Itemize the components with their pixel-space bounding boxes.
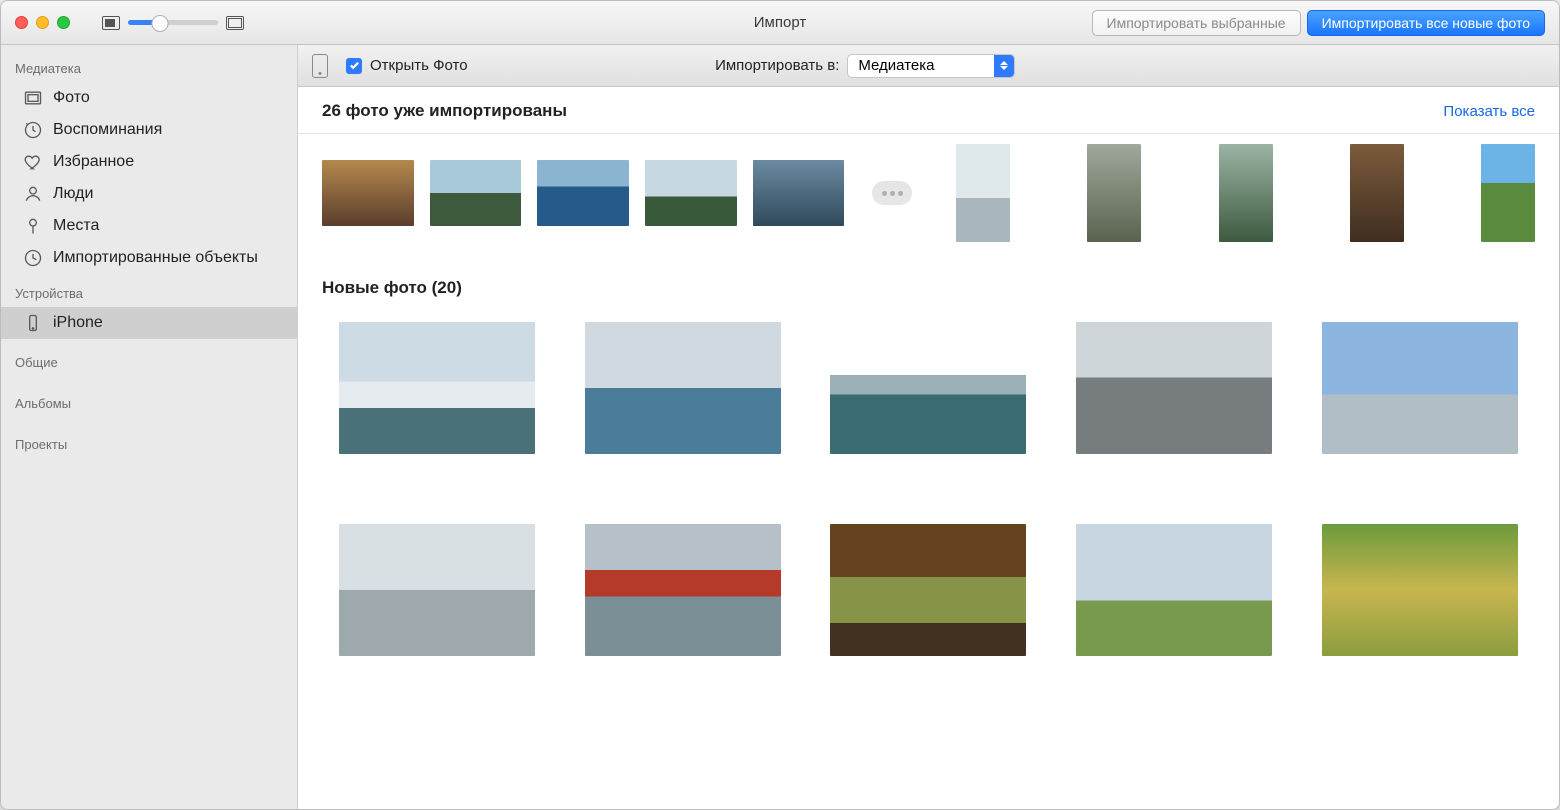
sidebar: Медиатека Фото Воспоминания Избранное Лю… [1,45,298,809]
photos-icon [23,88,43,108]
photo-thumbnail[interactable] [645,160,737,226]
clock-icon [23,248,43,268]
photo-thumbnail[interactable] [1322,322,1518,454]
open-photos-label: Открыть Фото [370,57,468,74]
photo-thumbnail[interactable] [1076,524,1272,656]
photo-thumbnail[interactable] [753,160,845,226]
import-selected-button[interactable]: Импортировать выбранные [1092,10,1301,36]
sidebar-item-label: iPhone [53,314,103,332]
app-window: Импорт Импортировать выбранные Импортиро… [0,0,1560,810]
open-photos-checkbox-wrap[interactable]: Открыть Фото [346,57,468,74]
checkbox-checked-icon[interactable] [346,58,362,74]
sidebar-item-label: Импортированные объекты [53,249,258,267]
heart-icon [23,152,43,172]
zoom-out-icon[interactable] [102,16,120,30]
photo-thumbnail[interactable] [830,322,1026,454]
photo-thumbnail[interactable] [339,524,535,656]
device-icon [312,54,328,78]
photo-thumbnail[interactable] [585,524,781,656]
select-arrows-icon [994,55,1014,77]
main-content: Открыть Фото Импортировать в: Медиатека … [298,45,1559,809]
photo-thumbnail[interactable] [1322,524,1518,656]
zoom-in-icon[interactable] [226,16,244,30]
thumbnail-zoom-control [102,16,244,30]
import-to-value: Медиатека [858,57,994,74]
thumbnail-zoom-slider[interactable] [128,20,218,25]
sidebar-section-albums[interactable]: Альбомы [1,390,297,417]
sidebar-section-projects[interactable]: Проекты [1,431,297,458]
sidebar-item-device-iphone[interactable]: iPhone [1,307,297,339]
sidebar-item-label: Фото [53,89,90,107]
sidebar-item-memories[interactable]: Воспоминания [1,114,297,146]
sidebar-section-devices: Устройства [1,280,297,307]
already-imported-thumbnails [298,144,1559,266]
sidebar-item-imports[interactable]: Импортированные объекты [1,242,297,274]
sidebar-item-label: Люди [53,185,93,203]
sidebar-item-label: Места [53,217,99,235]
window-title: Импорт [754,14,806,31]
import-all-new-button[interactable]: Импортировать все новые фото [1307,10,1545,36]
already-imported-title: 26 фото уже импортированы [322,101,567,121]
photo-thumbnail[interactable] [537,160,629,226]
pin-icon [23,216,43,236]
photo-thumbnail[interactable] [1076,322,1272,454]
import-to-label: Импортировать в: [715,57,839,74]
sidebar-item-photos[interactable]: Фото [1,82,297,114]
photo-thumbnail[interactable] [322,160,414,226]
photo-thumbnail[interactable] [1481,144,1535,242]
phone-icon [23,313,43,333]
sidebar-section-library: Медиатека [1,55,297,82]
photo-thumbnail[interactable] [1350,144,1404,242]
sidebar-section-shared[interactable]: Общие [1,349,297,376]
sidebar-item-favorites[interactable]: Избранное [1,146,297,178]
titlebar: Импорт Импортировать выбранные Импортиро… [1,1,1559,45]
import-toolbar: Открыть Фото Импортировать в: Медиатека [298,45,1559,87]
close-window-button[interactable] [15,16,28,29]
minimize-window-button[interactable] [36,16,49,29]
sidebar-item-people[interactable]: Люди [1,178,297,210]
photo-thumbnail[interactable] [830,524,1026,656]
already-imported-header: 26 фото уже импортированы Показать все [298,87,1559,134]
person-icon [23,184,43,204]
sidebar-item-label: Воспоминания [53,121,162,139]
new-photos-grid [298,322,1559,656]
sidebar-item-label: Избранное [53,153,134,171]
photo-thumbnail[interactable] [956,144,1010,242]
more-thumbnails-indicator[interactable] [872,181,912,205]
photo-thumbnail[interactable] [1219,144,1273,242]
memories-icon [23,120,43,140]
import-destination: Импортировать в: Медиатека [715,54,1315,78]
photo-thumbnail[interactable] [585,322,781,454]
photo-thumbnail[interactable] [339,322,535,454]
sidebar-item-places[interactable]: Места [1,210,297,242]
show-all-link[interactable]: Показать все [1443,103,1535,120]
new-photos-title: Новые фото (20) [298,266,1559,322]
fullscreen-window-button[interactable] [57,16,70,29]
photo-thumbnail[interactable] [1087,144,1141,242]
window-controls [15,16,70,29]
import-to-select[interactable]: Медиатека [847,54,1015,78]
photo-thumbnail[interactable] [430,160,522,226]
